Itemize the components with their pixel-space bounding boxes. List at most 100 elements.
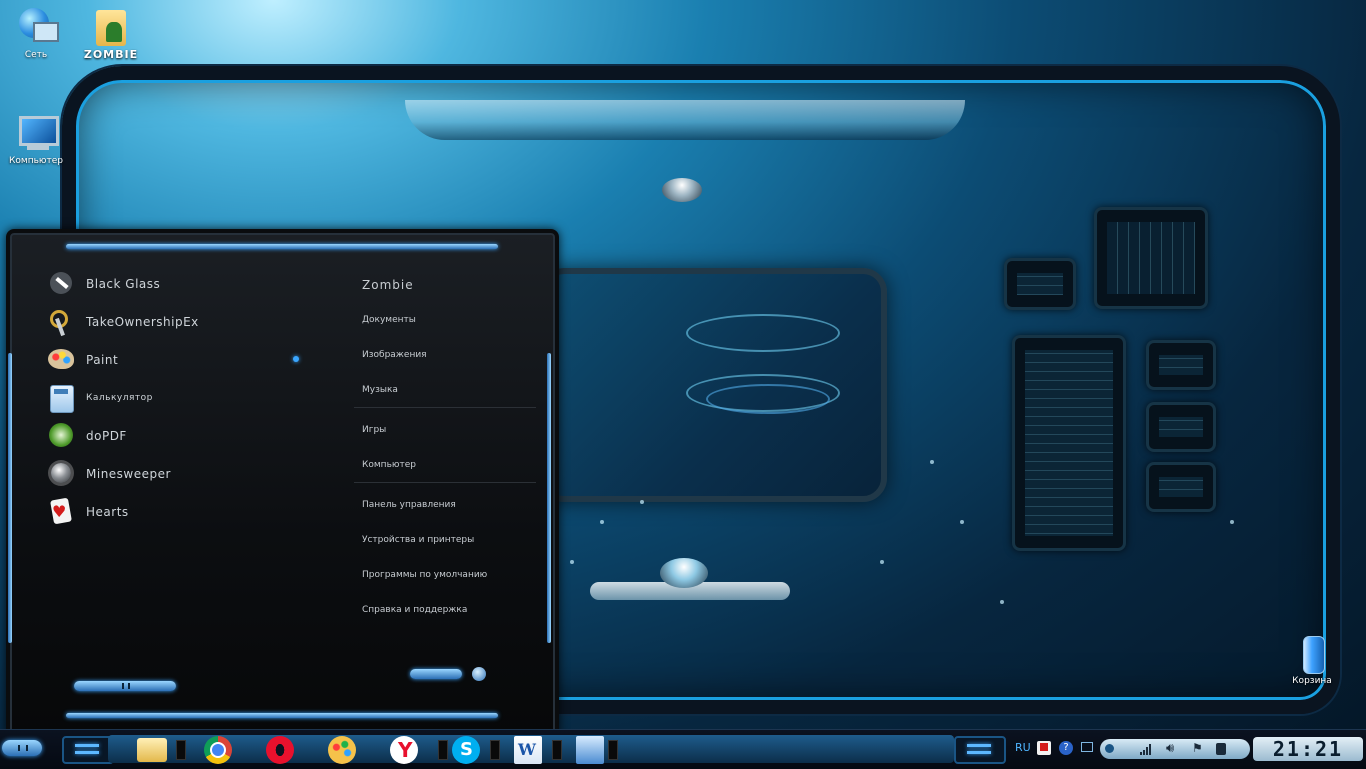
taskbar-app-word[interactable] [508,734,548,766]
folder-icon [137,738,167,762]
wallpaper-base [590,582,790,600]
program-label: Minesweeper [86,467,171,481]
program-item-calculator[interactable]: Калькулятор [46,379,326,417]
taskbar-pin-marker [552,740,562,760]
wallpaper-panel-small-4 [1146,462,1216,512]
wallpaper-panel-small-3 [1146,402,1216,452]
paint-icon [328,736,356,764]
shutdown-button[interactable] [410,669,462,679]
program-item-paint[interactable]: Paint [46,341,326,379]
chrome-icon [204,736,232,764]
system-tray: RU ? 🔊︎ ⚑ 21:21 [1003,730,1366,769]
program-label: Black Glass [86,277,161,291]
wallpaper-top-panel [405,100,965,140]
control-panel-icon [576,736,604,764]
place-computer[interactable]: Компьютер [350,447,540,482]
language-indicator[interactable]: RU [1015,741,1031,754]
place-default-programs[interactable]: Программы по умолчанию [350,557,540,592]
place-devices-printers[interactable]: Устройства и принтеры [350,522,540,557]
places-separator [354,482,536,483]
program-label: Paint [86,353,119,367]
desktop-icon-label: ZOMBIE [83,48,139,61]
program-item-black-glass[interactable]: Black Glass [46,265,326,303]
opera-icon [266,736,294,764]
place-documents[interactable]: Документы [350,302,540,337]
help-tray-icon[interactable]: ? [1059,741,1073,755]
power-plug-icon[interactable] [1216,743,1226,755]
program-item-dopdf[interactable]: doPDF [46,417,326,455]
program-label: Hearts [86,505,129,519]
calculator-icon [46,384,76,413]
desktop-icon-label: Корзина [1292,676,1332,686]
wallpaper-panel-graph [1094,207,1208,309]
taskbar-app-explorer[interactable] [132,734,172,766]
taskbar-pin-marker [176,740,186,760]
recycle-bin-icon [1291,632,1333,674]
place-user-folder[interactable]: Zombie [350,267,540,302]
desktop-icon-label: Сеть [24,50,48,60]
desktop-icon-label: Компьютер [9,156,63,166]
word-icon [514,736,542,764]
wallpaper-panel-large [1012,335,1126,551]
skype-icon [452,736,480,764]
program-list: Black Glass TakeOwnershipEx Paint Кальку… [46,265,326,531]
place-music[interactable]: Музыка [350,372,540,407]
submenu-indicator [293,356,299,362]
desktop-icon-user-folder[interactable]: ZOMBIE [75,4,147,61]
mine-icon [46,460,76,488]
places-list: Zombie Документы Изображения Музыка Игры… [350,267,540,627]
taskbar-app-control-panel[interactable] [570,734,610,766]
wallpaper-panel-small-1 [1004,258,1076,310]
network-icon [15,6,59,48]
start-button[interactable] [2,740,42,756]
taskbar-left-cap [62,736,114,764]
keys-icon [46,308,76,336]
taskbar-pin-marker [490,740,500,760]
wallpaper-orb-top [662,178,702,202]
signal-icon[interactable] [1140,743,1154,755]
start-menu-left-rail [8,353,12,643]
taskbar-clock[interactable]: 21:21 [1253,737,1363,761]
places-separator [354,407,536,408]
pdf-tray-icon[interactable] [1037,741,1051,755]
tray-icons-pill: 🔊︎ ⚑ [1100,739,1250,759]
taskbar-app-skype[interactable] [446,734,486,766]
taskbar-app-yandex[interactable] [384,734,424,766]
brush-icon [46,270,76,298]
desktop-icon-computer[interactable]: Компьютер [0,112,72,166]
taskbar-app-paint[interactable] [322,734,362,766]
show-hidden-icons-button[interactable] [1105,744,1114,753]
wallpaper-panel-small-2 [1146,340,1216,390]
place-help-support[interactable]: Справка и поддержка [350,592,540,627]
desktop-icon-recycle-bin[interactable]: Корзина [1276,632,1348,686]
program-item-takeownershipex[interactable]: TakeOwnershipEx [46,303,326,341]
start-menu-top-rail [66,244,498,249]
taskbar-right-cap [954,736,1006,764]
place-control-panel[interactable]: Панель управления [350,487,540,522]
wallpaper-hologram-screen [540,268,887,502]
start-menu-bottom-rail [66,713,498,718]
network-tray-icon[interactable] [1081,742,1093,752]
program-item-hearts[interactable]: Hearts [46,493,326,531]
yandex-icon [390,736,418,764]
shutdown-options-button[interactable] [472,667,486,681]
wallpaper-orb-bottom [660,558,708,588]
paint-palette-icon [46,346,76,374]
place-games[interactable]: Игры [350,412,540,447]
hearts-card-icon [46,498,76,526]
desktop-icon-network[interactable]: Сеть [0,6,72,60]
flag-icon[interactable]: ⚑ [1192,741,1203,755]
program-label: doPDF [86,429,127,443]
program-label: TakeOwnershipEx [86,315,199,329]
start-menu: Black Glass TakeOwnershipEx Paint Кальку… [6,229,559,739]
place-pictures[interactable]: Изображения [350,337,540,372]
taskbar-app-chrome[interactable] [198,734,238,766]
start-menu-right-rail [547,353,551,643]
start-search-box[interactable] [74,681,176,691]
volume-icon[interactable]: 🔊︎ [1166,741,1174,756]
taskbar-app-opera[interactable] [260,734,300,766]
taskbar: RU ? 🔊︎ ⚑ 21:21 [0,729,1366,769]
program-item-minesweeper[interactable]: Minesweeper [46,455,326,493]
user-folder-icon [90,4,132,46]
dopdf-icon [46,422,76,450]
